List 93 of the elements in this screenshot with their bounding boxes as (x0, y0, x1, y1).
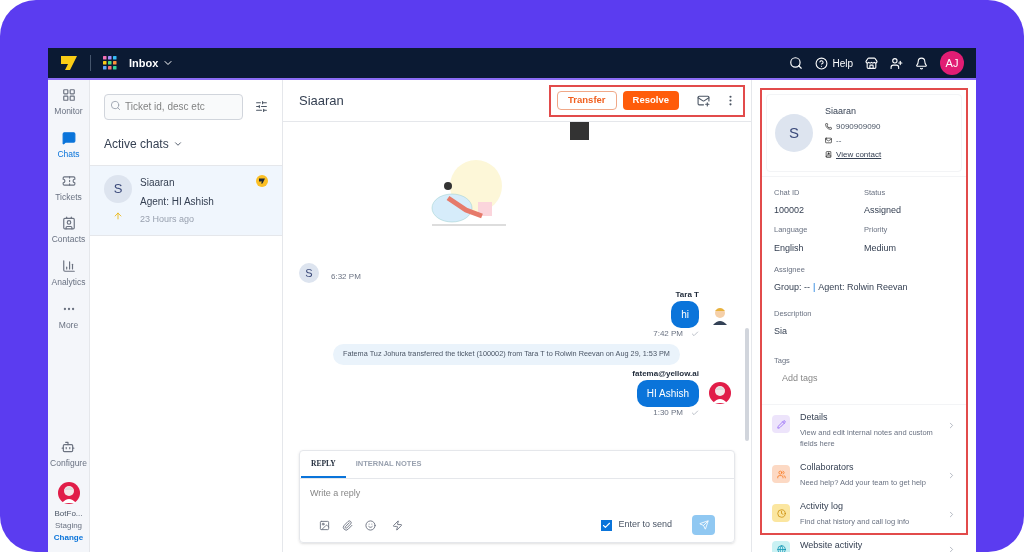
chat-filter-dropdown[interactable]: Active chats (90, 133, 282, 154)
user-avatar[interactable]: AJ (940, 51, 964, 75)
attachment-icon[interactable] (342, 519, 353, 531)
avatar-icon (57, 482, 80, 504)
pencil-icon (776, 419, 786, 429)
robot-icon (61, 440, 76, 455)
ticket-icon (61, 173, 76, 188)
add-user-icon[interactable] (890, 56, 903, 70)
chevron-right-icon (947, 510, 956, 519)
check-icon (691, 330, 699, 338)
check-icon (602, 520, 612, 530)
nav-item[interactable]: Chats (48, 130, 89, 161)
message-bubble: HI Ashish (636, 379, 699, 407)
contact-email: -- (836, 134, 842, 147)
tooltip (570, 122, 589, 140)
assignee-group: Group: -- (774, 281, 810, 295)
grid-icon (61, 88, 76, 102)
avatar-icon (709, 382, 731, 405)
chat-time: 23 Hours ago (140, 212, 196, 226)
chevron-right-icon (947, 471, 956, 481)
emoji-icon[interactable] (365, 519, 376, 531)
chat-icon (61, 130, 76, 145)
field-value: Assigned (864, 203, 903, 217)
chat-list-item[interactable]: S Siaaran Agent: HI Ashish 23 Hours ago (90, 165, 282, 236)
message-time: 7:42 PM (653, 328, 683, 340)
filter-icon[interactable] (255, 99, 268, 113)
bar-chart-icon (61, 259, 76, 273)
view-contact-link[interactable]: View contact (836, 148, 882, 161)
bot-environment: Staging (54, 520, 83, 532)
assignee-agent: Agent: Rolwin Reevan (818, 281, 908, 295)
nav-item[interactable]: Analytics (48, 259, 89, 289)
nav-item[interactable]: Tickets (48, 173, 89, 204)
contact-card-icon (61, 216, 76, 231)
mail-plus-icon[interactable] (697, 94, 710, 107)
enter-to-send-label: Enter to send (618, 518, 672, 532)
search-icon (110, 100, 121, 111)
reply-input[interactable]: Write a reply (300, 479, 734, 501)
lightning-icon[interactable] (392, 519, 403, 531)
chevron-right-icon (947, 544, 956, 552)
field-value: Sia (774, 325, 788, 338)
conversation-title: Siaaran (299, 91, 344, 110)
people-icon (776, 469, 786, 479)
message-time: 6:32 PM (331, 271, 361, 283)
help-button[interactable]: Help (815, 55, 853, 71)
notification-icon[interactable] (915, 56, 928, 70)
nav-item[interactable]: Configure (50, 440, 87, 470)
separator: | (813, 281, 816, 295)
field-value: Medium (864, 241, 897, 255)
bot-name: BotFo... (54, 508, 83, 520)
field-value: 100002 (774, 203, 806, 217)
arrow-up-icon (113, 210, 123, 221)
change-link[interactable]: Change (53, 532, 84, 544)
chevron-right-icon (947, 421, 956, 431)
logo-icon (60, 55, 78, 71)
channel-badge-icon (256, 174, 268, 187)
nav-item[interactable]: More (48, 301, 89, 332)
section-title: Activity log (800, 500, 844, 513)
action-button[interactable]: Transfer (557, 91, 617, 110)
section-title: Details (800, 411, 829, 425)
sender-name: Tara T (675, 289, 699, 301)
search-field[interactable]: Ticket id, desc etc (104, 93, 243, 120)
message-bubble: hi (671, 301, 699, 328)
send-icon (698, 520, 709, 530)
contact-avatar: S (775, 113, 813, 152)
chat-agent: Agent: HI Ashish (140, 194, 215, 209)
contact-phone: 9090909090 (836, 120, 881, 133)
search-icon[interactable] (789, 56, 804, 70)
contact-name: Siaaran (825, 105, 858, 118)
check-icon (691, 408, 699, 417)
mail-icon (825, 137, 832, 144)
contact-avatar: S (299, 263, 319, 283)
tags-input[interactable]: Add tags (774, 371, 954, 386)
phone-icon (825, 123, 832, 130)
field-value: English (774, 241, 805, 255)
nav-item[interactable]: Contacts (48, 216, 89, 246)
help-icon (815, 56, 829, 70)
chat-name: Siaaran (140, 175, 176, 190)
apps-grid-icon[interactable] (103, 56, 117, 70)
action-button[interactable]: Resolve (622, 91, 679, 110)
clock-icon (776, 508, 786, 518)
section-title: Website activity (800, 538, 864, 552)
nav-item[interactable]: Monitor (48, 88, 89, 118)
section-row[interactable]: Website activity (760, 534, 968, 552)
sender-name: fatema@yellow.ai (632, 367, 699, 380)
globe-icon (776, 545, 786, 552)
store-icon[interactable] (865, 56, 878, 70)
image-icon[interactable] (319, 519, 330, 531)
contact-avatar: S (104, 174, 132, 203)
message-time: 1:30 PM (653, 406, 683, 419)
app-switcher[interactable]: Inbox (129, 54, 175, 72)
section-title: Collaborators (800, 461, 855, 475)
contact-book-icon (825, 151, 832, 158)
enter-to-send-checkbox[interactable] (601, 519, 613, 531)
